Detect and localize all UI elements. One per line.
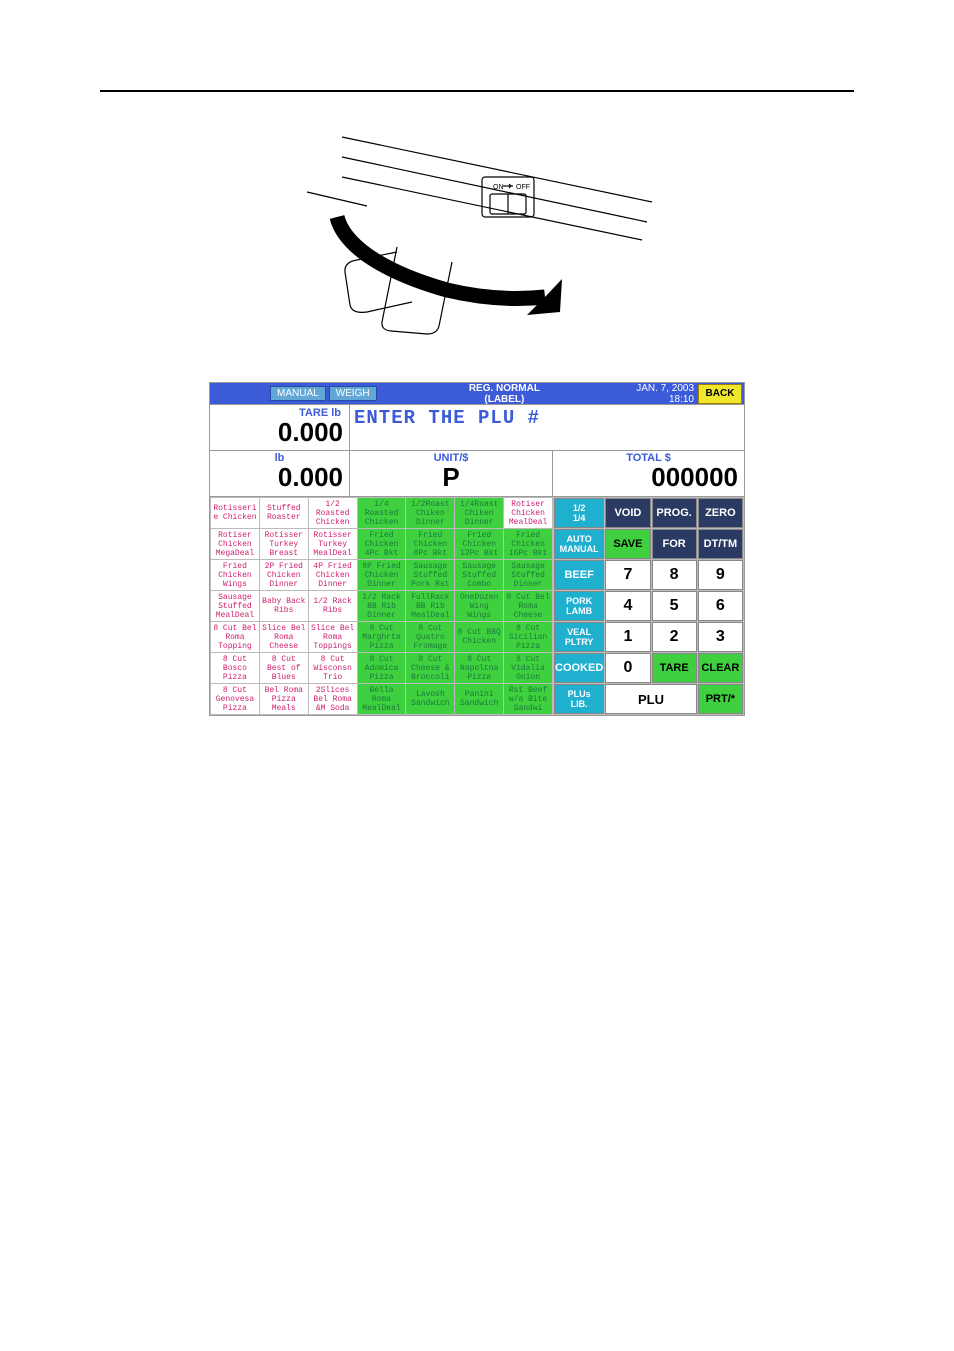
plu-cell[interactable]: Rotiser Chicken MealDeal [504, 498, 552, 528]
power-switch-illustration: ON OFF [297, 122, 657, 342]
svg-text:ON: ON [493, 184, 504, 191]
plu-cell[interactable]: Fried Chicken 12Pc Bkt [455, 529, 503, 559]
weight-value: 0.000 [210, 464, 349, 490]
key-void[interactable]: VOID [605, 498, 650, 528]
plu-cell[interactable]: Rotiser Chicken MegaDeal [211, 529, 259, 559]
plu-cell[interactable]: Rst Beef w/a Bite Sandwi [504, 684, 552, 714]
key-veal-pltry[interactable]: VEALPLTRY [554, 622, 604, 652]
top-bar: MANUAL WEIGH REG. NORMAL(LABEL) JAN. 7, … [210, 383, 744, 405]
key-for[interactable]: FOR [652, 529, 697, 559]
plu-grid: Rotisseri e ChickenStuffed Roaster1/2 Ro… [210, 497, 553, 715]
plu-cell[interactable]: Panini Sandwich [455, 684, 503, 714]
key-8[interactable]: 8 [652, 560, 697, 590]
plu-cell[interactable]: 2P Fried Chicken Dinner [260, 560, 308, 590]
key-plu[interactable]: PLU [605, 684, 696, 714]
key-cooked[interactable]: COOKED [554, 653, 604, 683]
plu-cell[interactable]: Bella Roma MealDeal [358, 684, 406, 714]
plu-cell[interactable]: Stuffed Roaster [260, 498, 308, 528]
plu-cell[interactable]: 4P Fried Chicken Dinner [309, 560, 357, 590]
plu-cell[interactable]: 8 Cut Cheese & Broccoli [406, 653, 454, 683]
plu-cell[interactable]: OneDozen Wing Wings [455, 591, 503, 621]
plu-cell[interactable]: Sausage Stuffed Pork Rst [406, 560, 454, 590]
plu-prompt-box: ENTER THE PLU # [350, 405, 744, 450]
plu-cell[interactable]: 1/4 Roasted Chicken [358, 498, 406, 528]
mode-title: REG. NORMAL(LABEL) [377, 383, 633, 405]
plu-cell[interactable]: 8 Cut Vidalia Onion [504, 653, 552, 683]
unit-price-box: UNIT/$ P [350, 451, 553, 496]
key-half-quarter[interactable]: 1/21/4 [554, 498, 604, 528]
svg-text:OFF: OFF [516, 184, 530, 191]
plu-cell[interactable]: Fried Chicken 16Pc Bkt [504, 529, 552, 559]
plu-cell[interactable]: 1/2 Rack BB Rib Dinner [358, 591, 406, 621]
key-5[interactable]: 5 [652, 591, 697, 621]
plu-cell[interactable]: 8 Cut Napoltna Pizza [455, 653, 503, 683]
key-pork-lamb[interactable]: PORKLAMB [554, 591, 604, 621]
plu-cell[interactable]: 8 Cut Best of Blues [260, 653, 308, 683]
plu-cell[interactable]: Baby Back Ribs [260, 591, 308, 621]
plu-cell[interactable]: Lavosh Sandwich [406, 684, 454, 714]
key-save[interactable]: SAVE [605, 529, 650, 559]
plu-cell[interactable]: 8 Cut Bel Roma Topping [211, 622, 259, 652]
key-3[interactable]: 3 [698, 622, 743, 652]
key-dttm[interactable]: DT/TM [698, 529, 743, 559]
terminal-screen: MANUAL WEIGH REG. NORMAL(LABEL) JAN. 7, … [209, 382, 745, 716]
plu-cell[interactable]: 8 Cut Bel Roma Cheese [504, 591, 552, 621]
tare-value: 0.000 [210, 419, 349, 445]
plu-cell[interactable]: Rotisseri e Chicken [211, 498, 259, 528]
key-7[interactable]: 7 [605, 560, 650, 590]
plu-cell[interactable]: 8 Cut Bosco Pizza [211, 653, 259, 683]
plu-cell[interactable]: 1/2Roast Chiken Dinner [406, 498, 454, 528]
plu-cell[interactable]: 1/2 Roasted Chicken [309, 498, 357, 528]
key-2[interactable]: 2 [652, 622, 697, 652]
key-zero[interactable]: ZERO [698, 498, 743, 528]
plu-cell[interactable]: 8 Cut Quatro Fromage [406, 622, 454, 652]
key-9[interactable]: 9 [698, 560, 743, 590]
plu-cell[interactable]: Bel Roma Pizza Meals [260, 684, 308, 714]
key-plus-lib[interactable]: PLUsLIB. [554, 684, 604, 714]
plu-cell[interactable]: 1/4Roast Chiken Dinner [455, 498, 503, 528]
key-0[interactable]: 0 [605, 653, 650, 683]
key-prog[interactable]: PROG. [652, 498, 697, 528]
plu-prompt: ENTER THE PLU # [354, 407, 540, 429]
plu-cell[interactable]: Sausage Stuffed Combo [455, 560, 503, 590]
key-prt[interactable]: PRT/* [698, 684, 743, 714]
plu-cell[interactable]: 8 Cut BBQ Chicken [455, 622, 503, 652]
weight-box: lb 0.000 [210, 451, 350, 496]
plu-cell[interactable]: 8 Cut Genovesa Pizza [211, 684, 259, 714]
back-button[interactable]: BACK [698, 384, 742, 404]
datetime-display: JAN. 7, 200318:10 [632, 383, 698, 405]
key-6[interactable]: 6 [698, 591, 743, 621]
unit-value: P [350, 464, 552, 490]
key-tare[interactable]: TARE [652, 653, 697, 683]
plu-cell[interactable]: Sausage Stuffed Dinner [504, 560, 552, 590]
key-1[interactable]: 1 [605, 622, 650, 652]
manual-button[interactable]: MANUAL [270, 386, 326, 401]
total-box: TOTAL $ 000000 [553, 451, 744, 496]
plu-cell[interactable]: 1/2 Rack Ribs [309, 591, 357, 621]
plu-cell[interactable]: 8 Cut Adomica Pizza [358, 653, 406, 683]
header-divider [100, 90, 854, 92]
plu-cell[interactable]: Sausage Stuffed MealDeal [211, 591, 259, 621]
plu-cell[interactable]: 8 Cut Wisconsn Trio [309, 653, 357, 683]
weigh-button[interactable]: WEIGH [329, 386, 377, 401]
plu-cell[interactable]: 8 Cut Marghrta Pizza [358, 622, 406, 652]
plu-cell[interactable]: Fried Chicken 4Pc Bkt [358, 529, 406, 559]
plu-cell[interactable]: FullRack BB Rib MealDeal [406, 591, 454, 621]
plu-cell[interactable]: Slice Bel Roma Cheese [260, 622, 308, 652]
plu-cell[interactable]: 8P Fried Chicken Dinner [358, 560, 406, 590]
plu-cell[interactable]: Fried Chicken 8Pc Bkt [406, 529, 454, 559]
plu-cell[interactable]: 2Slices Bel Roma &M Soda [309, 684, 357, 714]
key-4[interactable]: 4 [605, 591, 650, 621]
plu-cell[interactable]: Slice Bel Roma Toppings [309, 622, 357, 652]
key-beef[interactable]: BEEF [554, 560, 604, 590]
total-value: 000000 [553, 464, 744, 490]
plu-cell[interactable]: Rotisser Turkey MealDeal [309, 529, 357, 559]
key-auto-manual[interactable]: AUTOMANUAL [554, 529, 604, 559]
keypad: 1/21/4 VOID PROG. ZERO AUTOMANUAL SAVE F… [553, 497, 744, 715]
tare-box: TARE lb 0.000 [210, 405, 350, 450]
key-clear[interactable]: CLEAR [698, 653, 743, 683]
plu-cell[interactable]: Fried Chicken Wings [211, 560, 259, 590]
plu-cell[interactable]: 8 Cut Sicilian Pizza [504, 622, 552, 652]
plu-cell[interactable]: Rotisser Turkey Breast [260, 529, 308, 559]
